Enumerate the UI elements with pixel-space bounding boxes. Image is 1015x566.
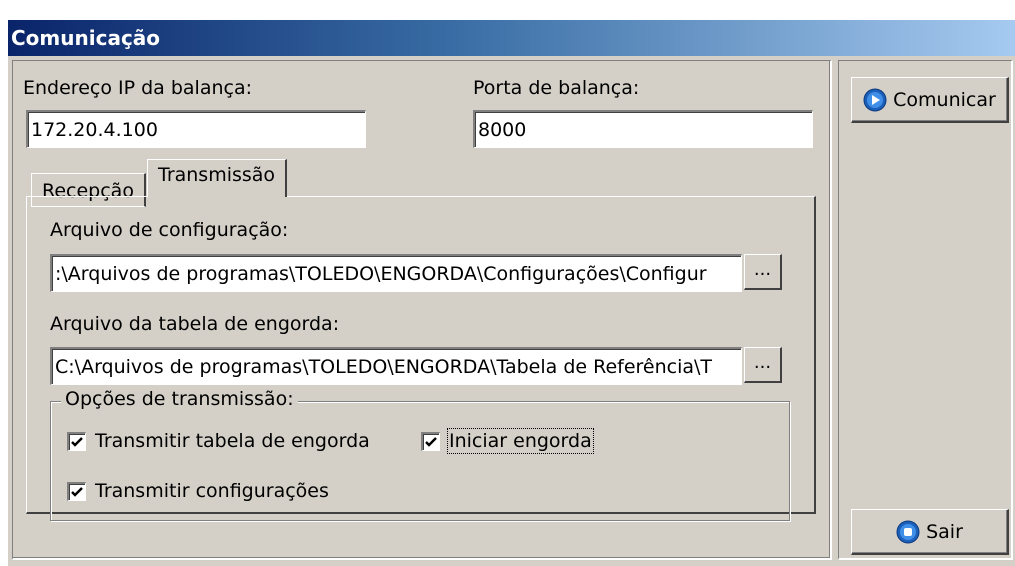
tabela-file-input[interactable]: C:\Arquivos de programas\TOLEDO\ENGORDA\…: [50, 347, 742, 385]
side-panel: Comunicar Sair: [838, 60, 1013, 560]
option-transmitir-config[interactable]: Transmitir configurações: [67, 480, 329, 502]
tabela-browse-button[interactable]: ...: [744, 347, 782, 383]
tab-transmissao[interactable]: Transmissão: [147, 159, 288, 197]
option-transmitir-tabela[interactable]: Transmitir tabela de engorda: [67, 430, 370, 452]
browse-label: ...: [753, 352, 772, 373]
option-iniciar-engorda[interactable]: Iniciar engorda: [421, 428, 594, 454]
ip-input[interactable]: 172.20.4.100: [26, 110, 366, 148]
main-panel: Endereço IP da balança: 172.20.4.100 Por…: [12, 60, 832, 560]
tab-page-transmissao: Arquivo de configuração: :\Arquivos de p…: [26, 196, 816, 521]
stop-circle-icon: [896, 520, 920, 543]
browse-label: ...: [753, 259, 772, 280]
comunicar-label: Comunicar: [893, 88, 996, 111]
group-title: Opções de transmissão:: [61, 388, 298, 410]
checkbox-checked-icon[interactable]: [67, 481, 86, 501]
option-label: Transmitir tabela de engorda: [95, 430, 370, 452]
option-label: Iniciar engorda: [447, 428, 594, 454]
option-label: Transmitir configurações: [95, 480, 329, 502]
window-title: Comunicação: [11, 26, 161, 50]
checkbox-checked-icon[interactable]: [67, 431, 86, 451]
config-browse-button[interactable]: ...: [744, 254, 782, 290]
sair-button[interactable]: Sair: [851, 509, 1009, 555]
communication-window: Comunicação Endereço IP da balança: 172.…: [8, 20, 1015, 566]
config-file-label: Arquivo de configuração:: [50, 219, 289, 241]
sair-label: Sair: [926, 520, 963, 543]
port-label: Porta de balança:: [473, 77, 640, 99]
config-file-input[interactable]: :\Arquivos de programas\TOLEDO\ENGORDA\C…: [50, 254, 742, 292]
transmission-options-group: Opções de transmissão: Transmitir tabela…: [50, 388, 790, 521]
port-input[interactable]: 8000: [473, 110, 813, 148]
play-circle-icon: [863, 88, 887, 111]
ip-label: Endereço IP da balança:: [23, 77, 252, 99]
window-titlebar: Comunicação: [8, 20, 1015, 56]
comunicar-button[interactable]: Comunicar: [851, 77, 1009, 123]
checkbox-checked-icon[interactable]: [421, 431, 440, 451]
tabela-file-label: Arquivo da tabela de engorda:: [50, 313, 340, 335]
